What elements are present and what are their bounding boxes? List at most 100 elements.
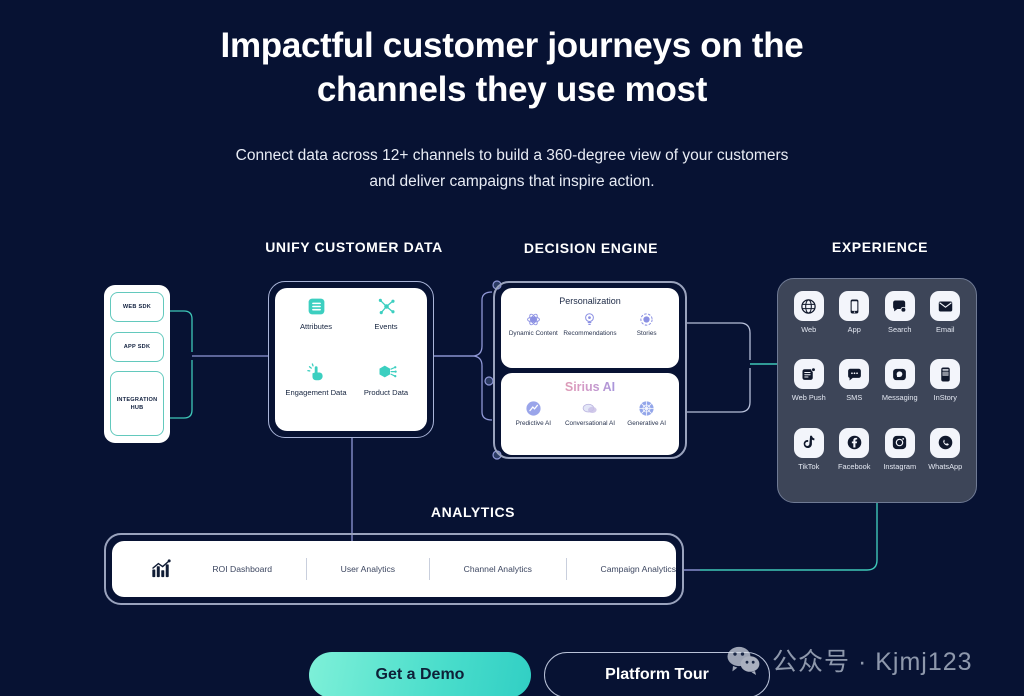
personalization-item-label: Recommendations	[563, 330, 617, 337]
analytics-divider	[306, 558, 307, 580]
unify-item-label: Attributes	[299, 322, 333, 331]
channel-tile	[839, 291, 870, 321]
source-chip-app-sdk[interactable]: APP SDK	[110, 331, 164, 362]
analytics-link-user-analytics[interactable]: User Analytics	[341, 564, 395, 574]
personalization-item-recommendations[interactable]: Recommendations	[562, 312, 618, 338]
channel-tiktok[interactable]: TikTok	[786, 427, 832, 494]
conversational-ai-icon	[583, 403, 598, 414]
channel-whatsapp[interactable]: WhatsApp	[923, 427, 969, 494]
search-bubble-icon	[893, 299, 907, 313]
channel-label: SMS	[846, 393, 863, 403]
channel-web[interactable]: Web	[786, 291, 832, 357]
experience-channels-panel: Web App Search Email Web Push SMS Messag…	[777, 278, 977, 503]
channel-instory[interactable]: InStory	[923, 359, 969, 425]
bar-chart-growth-icon	[152, 559, 171, 578]
channel-tile	[839, 427, 870, 458]
sirius-ai-title: Sirius AI	[501, 380, 679, 394]
channel-label: Search	[888, 325, 912, 334]
sirius-item-label: Generative AI	[627, 420, 666, 427]
personalization-item-dynamic-content[interactable]: Dynamic Content	[505, 312, 561, 338]
unify-customer-data-panel: Attributes Events Engagement Data Produc…	[268, 281, 434, 438]
channel-tile	[884, 291, 915, 321]
channel-tile	[884, 427, 915, 458]
channel-tile	[793, 291, 824, 321]
list-attributes-icon	[308, 298, 324, 315]
channel-tile	[793, 359, 824, 390]
channel-messaging[interactable]: Messaging	[877, 359, 923, 425]
channel-label: Facebook	[838, 461, 871, 471]
unify-item-product-data[interactable]: Product Data	[351, 362, 421, 428]
stories-circle-icon	[640, 313, 653, 326]
sirius-item-generative-ai[interactable]: Generative AI	[619, 400, 675, 428]
channel-tile	[839, 359, 870, 390]
tiktok-icon	[803, 435, 815, 449]
channel-label: TikTok	[798, 461, 820, 471]
channel-tile	[930, 359, 961, 390]
data-sources-group: WEB SDK APP SDK INTEGRATION HUB	[104, 285, 170, 443]
unify-card: Attributes Events Engagement Data Produc…	[275, 288, 427, 431]
globe-icon	[801, 298, 816, 314]
sirius-ai-items: Predictive AI Conversational AI Generati…	[501, 400, 679, 428]
source-chip-integration-hub[interactable]: INTEGRATION HUB	[110, 371, 164, 436]
unify-item-label: Product Data	[363, 387, 409, 397]
personalization-item-label: Dynamic Content	[508, 330, 558, 337]
channel-tile	[930, 427, 961, 458]
unify-item-attributes[interactable]: Attributes	[281, 296, 351, 362]
channel-email[interactable]: Email	[923, 291, 969, 357]
sirius-ai-card: Sirius AI Predictive AI Conversational A…	[501, 373, 679, 455]
whatsapp-icon	[938, 435, 953, 450]
envelope-icon	[938, 301, 952, 311]
decision-engine-panel: Personalization Dynamic Content Recommen…	[493, 281, 687, 459]
channel-tile	[884, 359, 915, 390]
web-push-icon	[802, 367, 816, 380]
product-cube-icon	[379, 365, 397, 377]
unify-item-events[interactable]: Events	[351, 296, 421, 362]
channel-label: InStory	[933, 393, 957, 403]
channel-search[interactable]: Search	[877, 291, 923, 357]
source-chip-web-sdk[interactable]: WEB SDK	[110, 292, 164, 322]
channel-app[interactable]: App	[832, 291, 878, 357]
instory-icon	[941, 367, 950, 382]
personalization-item-label: Stories	[636, 330, 657, 337]
sirius-item-label: Predictive AI	[515, 420, 552, 427]
personalization-items: Dynamic Content Recommendations Stories	[501, 312, 679, 338]
personalization-card: Personalization Dynamic Content Recommen…	[501, 288, 679, 368]
unify-item-label: Events	[374, 322, 398, 331]
analytics-link-roi-dashboard[interactable]: ROI Dashboard	[212, 564, 272, 574]
mobile-app-icon	[850, 299, 859, 313]
sirius-item-label: Conversational AI	[564, 420, 616, 427]
channel-facebook[interactable]: Facebook	[832, 427, 878, 494]
sms-bubble-icon	[847, 368, 861, 381]
channel-label: Instagram	[883, 461, 917, 471]
sirius-item-predictive-ai[interactable]: Predictive AI	[505, 400, 561, 428]
facebook-icon	[847, 435, 862, 450]
channel-tile	[930, 291, 961, 321]
channel-tile	[793, 427, 824, 458]
analytics-link-campaign-analytics[interactable]: Campaign Analytics	[601, 564, 676, 574]
page-root: Impactful customer journeys on the chann…	[0, 0, 1024, 696]
channel-sms[interactable]: SMS	[832, 359, 878, 425]
unify-item-engagement-data[interactable]: Engagement Data	[281, 362, 351, 428]
personalization-item-stories[interactable]: Stories	[619, 312, 675, 338]
generative-ai-icon	[639, 401, 654, 416]
channel-label: Email	[936, 325, 955, 334]
channel-label: Web	[801, 325, 817, 334]
watermark: 公众号 · Kjmj123	[726, 642, 973, 678]
channel-instagram[interactable]: Instagram	[877, 427, 923, 494]
personalization-title: Personalization	[559, 296, 621, 306]
sirius-item-conversational-ai[interactable]: Conversational AI	[562, 400, 618, 428]
channel-label: WhatsApp	[928, 461, 963, 471]
analytics-divider	[565, 558, 567, 580]
unify-item-label: Engagement Data	[285, 387, 347, 397]
channel-web-push[interactable]: Web Push	[786, 359, 832, 425]
analytics-link-channel-analytics[interactable]: Channel Analytics	[464, 564, 532, 574]
analytics-panel: ROI Dashboard User Analytics Channel Ana…	[104, 533, 684, 605]
watermark-text: 公众号 · Kjmj123	[772, 648, 973, 676]
predictive-ai-icon	[526, 401, 541, 416]
recommendations-bulb-icon	[585, 313, 595, 325]
get-a-demo-button[interactable]: Get a Demo	[309, 652, 531, 696]
channel-label: Web Push	[791, 393, 826, 403]
dynamic-content-icon	[526, 313, 540, 326]
channel-label: Messaging	[881, 393, 918, 403]
messaging-icon	[893, 368, 907, 380]
